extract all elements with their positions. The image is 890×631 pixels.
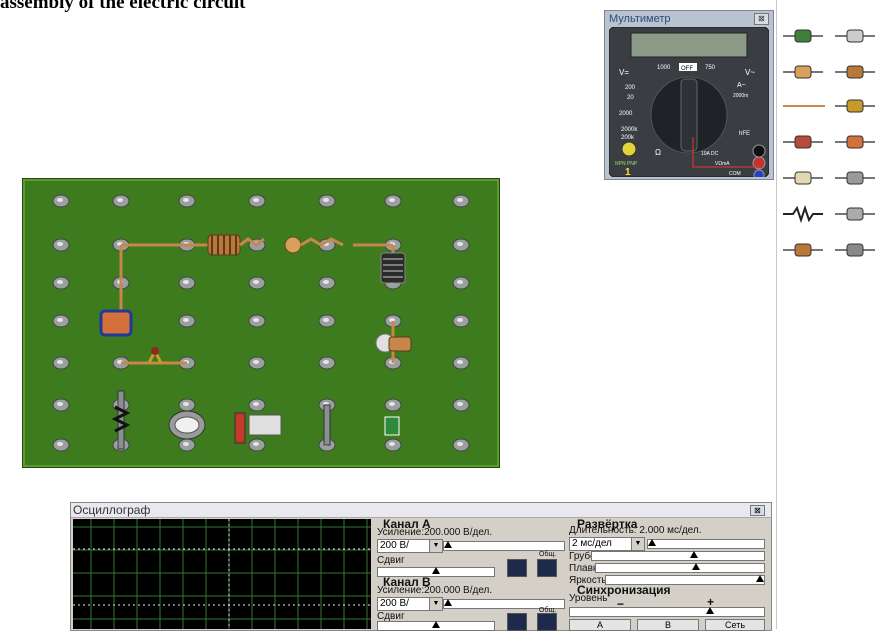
channel-b-gain: Усиление:200.000 В/дел. (377, 585, 493, 596)
channel-a-select-value: 200 В/ (380, 540, 409, 551)
palette-rheostat[interactable] (783, 204, 823, 224)
channel-a-select[interactable]: 200 В/ ▼ (377, 539, 443, 553)
component-palette[interactable] (776, 0, 890, 629)
palette-ammeter[interactable] (846, 135, 864, 149)
label-a: A~ (737, 82, 746, 89)
label-10a: 10A DC (701, 151, 719, 157)
palette-canvas[interactable] (777, 0, 890, 629)
label-2000: 2000 (619, 111, 633, 117)
transistor-socket[interactable] (621, 141, 637, 157)
sweep-duration-slider[interactable] (647, 539, 765, 549)
label-2000k: 2000k (621, 127, 638, 133)
oscilloscope-titlebar: Осциллограф ⊠ (71, 503, 771, 518)
battery-component[interactable] (234, 412, 246, 444)
label-off: OFF (681, 66, 693, 72)
sweep-select[interactable]: 2 мс/дел ▼ (569, 537, 645, 551)
chevron-down-icon[interactable]: ▼ (429, 598, 442, 610)
ammeter-component[interactable] (99, 309, 133, 337)
close-icon[interactable]: ⊠ (754, 13, 769, 25)
label-vac: V~ (745, 68, 755, 77)
multimeter-window[interactable]: Мультиметр ⊠ V= 1000 OFF 750 V~ A~ 2000m… (604, 10, 774, 180)
capacitor-component[interactable] (380, 252, 406, 284)
sync-b-button[interactable]: В (637, 619, 699, 631)
palette-coil[interactable] (846, 65, 864, 79)
channel-a-shift-label: Сдвиг (377, 555, 405, 566)
multimeter-display (630, 32, 748, 58)
palette-battery[interactable] (794, 135, 812, 149)
palette-key[interactable] (846, 99, 864, 113)
label-1000: 1000 (657, 65, 671, 71)
label-vdc: V= (619, 68, 629, 77)
oscilloscope-screen (73, 519, 371, 629)
palette-resistor[interactable] (794, 29, 812, 43)
channel-a-gain-slider[interactable] (443, 541, 565, 551)
breadboard[interactable] (22, 178, 500, 468)
label-1: 1 (625, 167, 631, 177)
label-200k: 200k (621, 135, 635, 141)
sweep-duration: Длительность: 2.000 мс/дел. (569, 525, 702, 536)
channel-b-select[interactable]: 200 В/ ▼ (377, 597, 443, 611)
sync-level-slider[interactable] (569, 607, 765, 617)
channel-a-gain: Усиление:200.000 В/дел. (377, 527, 493, 538)
channel-b-ground-icon[interactable] (537, 613, 557, 631)
label-200: 200 (625, 85, 636, 91)
label-20a: 2000m (733, 93, 748, 99)
palette-clamp[interactable] (846, 243, 864, 257)
diode-component[interactable] (384, 416, 400, 436)
sweep-fine-slider[interactable] (595, 563, 765, 573)
palette-cable[interactable] (846, 29, 864, 43)
heater-component[interactable] (248, 414, 282, 436)
sweep-select-value: 2 мс/дел (572, 538, 612, 549)
palette-wirewound[interactable] (794, 65, 812, 79)
component-post (323, 404, 331, 446)
sync-a-button[interactable]: А (569, 619, 631, 631)
jack-10a[interactable] (752, 144, 766, 158)
resistor-component[interactable] (284, 236, 302, 254)
oscilloscope-title: Осциллограф (73, 503, 151, 517)
close-icon[interactable]: ⊠ (750, 505, 765, 516)
multimeter-device[interactable]: V= 1000 OFF 750 V~ A~ 2000m 200 20 2000 … (609, 27, 769, 177)
breadboard-canvas[interactable] (23, 179, 499, 467)
lamp-socket-component[interactable] (388, 336, 412, 352)
palette-lamp[interactable] (794, 171, 812, 185)
chevron-down-icon[interactable]: ▼ (429, 540, 442, 552)
channel-a-ground-icon[interactable] (537, 559, 557, 577)
label-ohm: Ω (655, 148, 661, 157)
page-heading: assembly of the electric circuit (0, 0, 246, 13)
label-com: COM (729, 171, 741, 177)
palette-inductor[interactable] (794, 243, 812, 257)
jack-com[interactable] (753, 169, 765, 177)
channel-b-probe-icon[interactable] (507, 613, 527, 631)
oscilloscope-window[interactable]: Осциллограф ⊠ Канал А Усиление:200.000 В… (70, 502, 772, 631)
palette-switch[interactable] (846, 207, 864, 221)
sync-level-label: Уровень (569, 593, 608, 604)
channel-a-probe-icon[interactable] (507, 559, 527, 577)
channel-b-shift-slider[interactable] (377, 621, 495, 631)
label-750: 750 (705, 65, 716, 71)
sweep-coarse-slider[interactable] (591, 551, 765, 561)
channel-a-common-label: Общ. (539, 551, 557, 558)
label-hfe: hFE (739, 131, 750, 137)
channel-b-select-value: 200 В/ (380, 598, 409, 609)
multimeter-title: Мультиметр (609, 13, 671, 25)
label-20: 20 (627, 95, 634, 101)
chevron-down-icon[interactable]: ▼ (631, 538, 644, 550)
label-vohm: VΩmA (715, 161, 730, 167)
palette-voltmeter[interactable] (846, 171, 864, 185)
sync-net-button[interactable]: Сеть (705, 619, 765, 631)
